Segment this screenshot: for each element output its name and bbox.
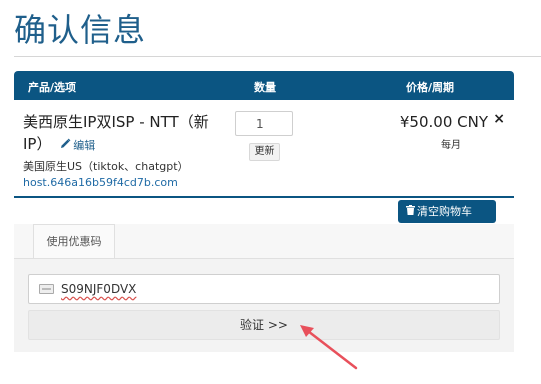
coupon-value: S09NJF0DVX	[61, 282, 137, 296]
promo-panel: S09NJF0DVX 验证 >>	[14, 258, 514, 352]
promo-section: 使用优惠码 S09NJF0DVX 验证 >>	[14, 224, 514, 352]
edit-label: 编辑	[73, 139, 96, 152]
close-icon[interactable]: ×	[493, 111, 505, 127]
page-title: 确认信息	[14, 11, 147, 49]
header-product: 产品/选项	[28, 81, 77, 94]
confirm-page: 确认信息 产品/选项 数量 价格/周期 美西原生IP双ISP - NTT（新IP…	[0, 0, 541, 384]
quantity-input[interactable]: 1	[235, 111, 293, 136]
empty-cart-label: 清空购物车	[417, 205, 472, 218]
empty-cart-button[interactable]: 清空购物车	[398, 200, 496, 223]
product-hostname: host.646a16b59f4cd7b.com	[23, 176, 178, 189]
tab-promo-code[interactable]: 使用优惠码	[33, 224, 115, 259]
product-name: 美西原生IP双ISP - NTT（新IP）	[23, 113, 209, 153]
billing-cycle: 每月	[441, 140, 461, 151]
coupon-input[interactable]: S09NJF0DVX	[28, 274, 500, 304]
pencil-icon	[60, 135, 71, 157]
product-description: 美国原生US（tiktok、chatgpt）	[23, 160, 189, 173]
arrow-annotation	[300, 325, 358, 370]
title-divider	[14, 56, 541, 57]
header-price: 价格/周期	[406, 81, 455, 94]
cart-header: 产品/选项 数量 价格/周期	[14, 71, 514, 100]
validate-button[interactable]: 验证 >>	[28, 310, 500, 340]
trash-icon	[406, 200, 415, 223]
item-price: ¥50.00 CNY	[399, 113, 488, 131]
edit-link[interactable]: 编辑	[60, 138, 96, 152]
product-name-block: 美西原生IP双ISP - NTT（新IP） 编辑	[23, 111, 213, 157]
header-quantity: 数量	[254, 81, 276, 94]
ticket-icon	[39, 284, 54, 294]
